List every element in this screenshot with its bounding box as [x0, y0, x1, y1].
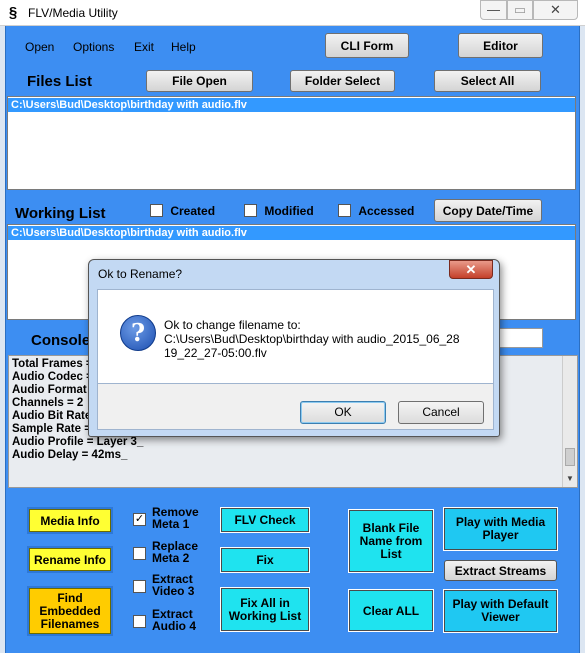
play-media-player-button[interactable]: Play with Media Player: [444, 508, 557, 550]
created-checkbox[interactable]: [150, 204, 163, 217]
accessed-checkbox-row[interactable]: Accessed: [338, 204, 414, 218]
media-info-button[interactable]: Media Info: [29, 509, 111, 532]
working-list-heading: Working List: [15, 205, 106, 222]
menu-open[interactable]: Open: [25, 40, 54, 54]
clear-all-button[interactable]: Clear ALL: [349, 590, 433, 631]
modified-label: Modified: [264, 204, 314, 218]
files-list-heading: Files List: [27, 73, 93, 90]
replace-meta-checkbox[interactable]: [133, 547, 146, 560]
minimize-button[interactable]: —: [480, 0, 507, 20]
modified-checkbox[interactable]: [244, 204, 257, 217]
console-field[interactable]: [498, 328, 543, 348]
blank-file-name-button[interactable]: Blank File Name from List: [349, 510, 433, 572]
rename-info-button[interactable]: Rename Info: [29, 548, 111, 571]
created-checkbox-row[interactable]: Created: [150, 204, 215, 218]
fix-all-button[interactable]: Fix All in Working List: [221, 588, 309, 631]
dialog-title: Ok to Rename?: [98, 267, 183, 281]
menu-exit[interactable]: Exit: [134, 40, 154, 54]
modified-checkbox-row[interactable]: Modified: [244, 204, 314, 218]
window-title: FLV/Media Utility: [28, 6, 118, 20]
extract-audio-checkbox[interactable]: [133, 615, 146, 628]
rename-dialog: Ok to Rename? ✕ ? Ok to change filename …: [88, 259, 500, 437]
scrollbar-thumb[interactable]: [565, 448, 575, 466]
maximize-button[interactable]: ▭: [507, 0, 533, 20]
scroll-down-arrow-icon[interactable]: ▼: [566, 474, 574, 483]
dialog-message-line: C:\Users\Bud\Desktop\birthday with audio…: [164, 332, 460, 346]
dialog-message-line: Ok to change filename to:: [164, 318, 301, 332]
folder-select-button[interactable]: Folder Select: [290, 70, 395, 92]
console-scrollbar[interactable]: ▼: [562, 356, 577, 487]
replace-meta-label: Replace Meta 2: [152, 539, 199, 565]
question-icon: ?: [120, 315, 156, 351]
dialog-message: Ok to change filename to: C:\Users\Bud\D…: [164, 318, 484, 360]
play-default-viewer-button[interactable]: Play with Default Viewer: [444, 590, 557, 632]
dialog-message-line: 19_22_27-05:00.flv: [164, 346, 267, 360]
menu-options[interactable]: Options: [73, 40, 114, 54]
remove-meta-label: Remove Meta 1: [152, 505, 199, 531]
console-line: Audio Profile = Layer 3_: [12, 436, 144, 448]
created-label: Created: [170, 204, 216, 218]
dialog-close-button[interactable]: ✕: [449, 260, 493, 279]
file-open-button[interactable]: File Open: [146, 70, 253, 92]
extract-streams-button[interactable]: Extract Streams: [444, 560, 557, 581]
close-button[interactable]: ✕: [533, 0, 578, 20]
extract-video-checkbox[interactable]: [133, 580, 146, 593]
ok-button[interactable]: OK: [300, 401, 386, 424]
extract-audio-label: Extract Audio 4: [152, 607, 196, 633]
cancel-button[interactable]: Cancel: [398, 401, 484, 424]
console-heading: Console: [31, 332, 91, 349]
find-embedded-filenames-button[interactable]: Find Embedded Filenames: [29, 588, 111, 634]
copy-date-time-button[interactable]: Copy Date/Time: [434, 199, 542, 222]
extract-video-label: Extract Video 3: [152, 572, 195, 598]
console-line: Audio Delay = 42ms_: [12, 449, 128, 461]
list-item[interactable]: C:\Users\Bud\Desktop\birthday with audio…: [8, 98, 575, 112]
editor-button[interactable]: Editor: [458, 33, 543, 58]
app-icon: §: [8, 4, 18, 21]
accessed-checkbox[interactable]: [338, 204, 351, 217]
select-all-button[interactable]: Select All: [434, 70, 541, 92]
files-listbox[interactable]: C:\Users\Bud\Desktop\birthday with audio…: [7, 96, 576, 190]
list-item[interactable]: C:\Users\Bud\Desktop\birthday with audio…: [8, 226, 575, 240]
flv-check-button[interactable]: FLV Check: [221, 508, 309, 532]
accessed-label: Accessed: [358, 204, 415, 218]
fix-button[interactable]: Fix: [221, 548, 309, 572]
cli-form-button[interactable]: CLI Form: [325, 33, 409, 58]
title-bar: § FLV/Media Utility — ▭ ✕: [0, 0, 585, 26]
menu-help[interactable]: Help: [171, 40, 196, 54]
remove-meta-checkbox[interactable]: ✓: [133, 513, 146, 526]
